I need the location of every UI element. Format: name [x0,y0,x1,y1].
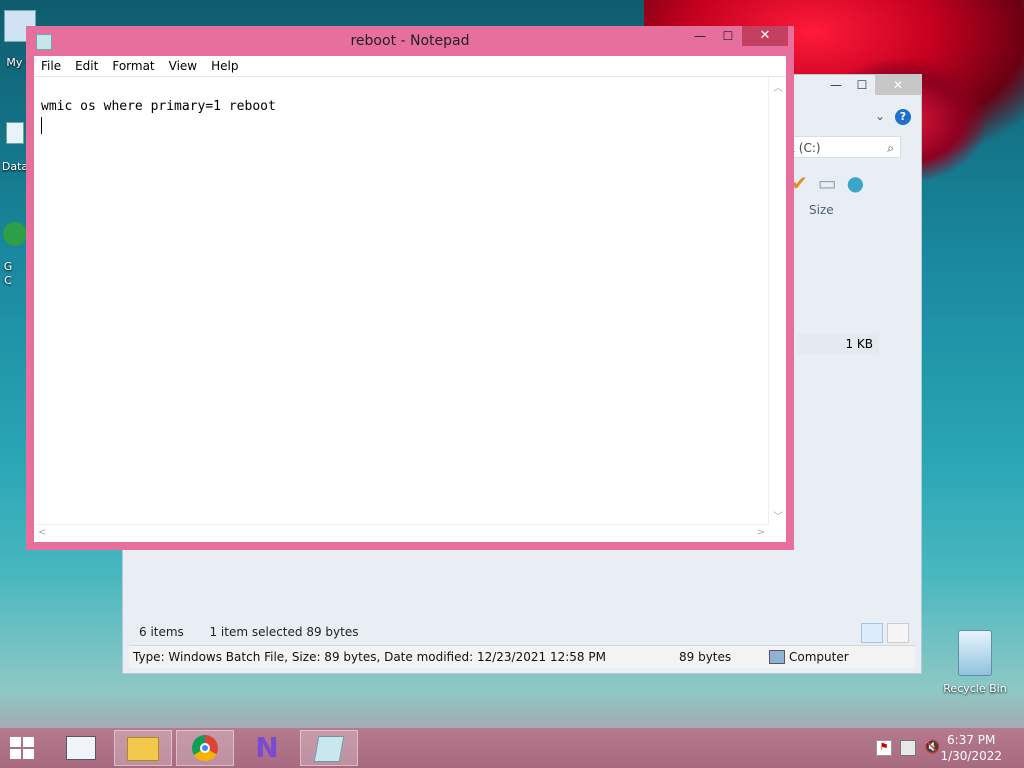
start-button[interactable] [10,737,36,759]
taskbar: N ⚑ 🔇 6:37 PM 1/30/2022 [0,728,1024,768]
horizontal-scrollbar[interactable]: < > [34,524,769,542]
menu-edit[interactable]: Edit [68,56,105,76]
window-title: reboot - Notepad [350,33,470,49]
minimize-button[interactable]: — [686,26,714,46]
search-icon: ⌕ [887,141,894,155]
scroll-down-icon[interactable]: ﹀ [773,508,783,523]
windows-logo-icon [10,737,36,759]
menu-file[interactable]: File [34,56,68,76]
file-details-size: 89 bytes [679,650,732,664]
chrome-icon [3,222,27,246]
maximize-button[interactable]: ☐ [714,26,742,46]
scroll-up-icon[interactable]: ︿ [773,79,783,94]
location-label: Computer [789,650,849,664]
desktop-icon-label: Recycle Bin [943,682,1007,695]
taskbar-app-server-manager[interactable] [52,730,110,766]
maximize-button[interactable]: ☐ [849,75,875,95]
desktop-icon-label: G C [3,260,13,287]
menu-view[interactable]: View [162,56,204,76]
visual-studio-icon: N [255,731,279,764]
taskbar-app-visual-studio[interactable]: N [238,730,296,766]
taskbar-app-chrome[interactable] [176,730,234,766]
tray-network-icon[interactable] [900,740,916,756]
file-size-value: 1 KB [845,337,873,351]
notepad-window[interactable]: reboot - Notepad — ☐ ✕ File Edit Format … [26,26,794,550]
clock-date: 1/30/2022 [940,749,1002,763]
server-manager-icon [66,736,96,760]
document-text[interactable]: wmic os where primary=1 reboot [41,99,276,114]
menu-help[interactable]: Help [204,56,245,76]
scroll-right-icon[interactable]: > [757,527,765,538]
status-items: 6 items 1 item selected 89 bytes [139,625,358,639]
taskbar-app-notepad[interactable] [300,730,358,766]
toolbar-icons: ✔ ▭ ● [791,171,864,195]
close-button[interactable]: ✕ [742,26,788,46]
minimize-button[interactable]: — [823,75,849,95]
close-button[interactable]: ✕ [875,75,921,95]
window-controls: — ☐ ✕ [823,75,921,97]
selection-info: 1 item selected 89 bytes [209,625,359,639]
chevron-down-icon[interactable]: ⌄ [875,109,885,123]
globe-icon[interactable]: ● [847,171,864,195]
items-count: 6 items [139,625,184,639]
large-icons-view-icon[interactable] [887,623,909,643]
menu-format[interactable]: Format [105,56,161,76]
details-status-bar: Type: Windows Batch File, Size: 89 bytes… [129,645,915,668]
shortcut-icon [6,122,24,144]
taskbar-app-file-explorer[interactable] [114,730,172,766]
text-editor[interactable]: wmic os where primary=1 reboot ︿ ﹀ < > [34,76,786,542]
menu-bar: File Edit Format View Help [34,56,786,76]
help-button[interactable]: ? [895,109,911,125]
chrome-icon [192,735,218,761]
envelope-icon[interactable]: ▭ [818,171,837,195]
folder-icon [127,737,159,761]
file-size-cell[interactable]: 1 KB [797,333,879,355]
view-toggle [861,623,909,643]
file-details: Type: Windows Batch File, Size: 89 bytes… [133,650,606,664]
scroll-left-icon[interactable]: < [38,527,46,538]
desktop-icon-recycle-bin[interactable]: Recycle Bin [940,630,1010,695]
computer-icon [769,650,785,664]
taskbar-clock[interactable]: 6:37 PM 1/30/2022 [940,732,1002,764]
clock-time: 6:37 PM [947,733,996,747]
column-header-size[interactable]: Size [809,203,834,217]
tray-flag-icon[interactable]: ⚑ [876,740,892,756]
tray-volume-muted-icon[interactable]: 🔇 [924,740,940,755]
text-caret [41,117,42,134]
vertical-scrollbar[interactable]: ︿ ﹀ [768,77,786,525]
window-controls: — ☐ ✕ [686,26,788,46]
recycle-bin-icon [958,630,992,676]
search-input[interactable]: k (C:) ⌕ [781,136,901,158]
details-view-icon[interactable] [861,623,883,643]
notepad-icon [313,736,345,762]
